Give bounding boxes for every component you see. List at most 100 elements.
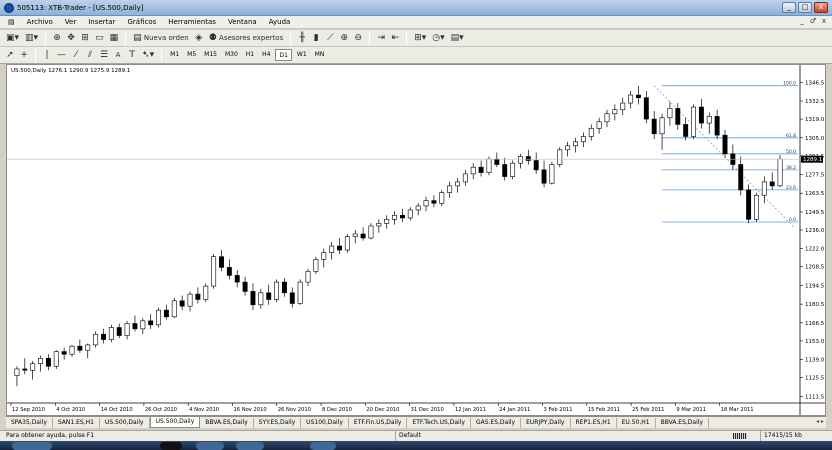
expert-advisors-icon: ⚉ — [208, 32, 217, 43]
periods-icon[interactable]: ◷▾ — [430, 32, 446, 45]
navigator-icon[interactable]: ✥ — [65, 32, 77, 45]
indicators-icon[interactable]: ⊞▾ — [412, 32, 428, 45]
chart-tab[interactable]: GAS.ES,Daily — [471, 418, 522, 428]
maximize-button[interactable]: □ — [798, 2, 812, 13]
timeframe-h1[interactable]: H1 — [243, 49, 257, 61]
timeframe-m15[interactable]: M15 — [201, 49, 220, 61]
chart-tab[interactable]: SAN1.ES,H1 — [53, 418, 100, 428]
candle-bull — [407, 209, 413, 219]
text-label-icon[interactable]: T — [126, 49, 138, 62]
timeframe-h4[interactable]: H4 — [259, 49, 273, 61]
taskbar-app-icon[interactable] — [310, 442, 336, 450]
timeframe-d1[interactable]: D1 — [275, 49, 292, 61]
menu-ayuda[interactable]: Ayuda — [263, 18, 297, 26]
chart-tab[interactable]: EURJPY,Daily — [521, 418, 571, 428]
trendline-icon[interactable]: ⁄ — [70, 49, 82, 62]
candle-bull — [274, 281, 280, 300]
chart-tab[interactable]: US.500,Daily — [100, 418, 150, 428]
strategy-tester-icon[interactable]: ▦ — [108, 32, 121, 45]
menu-chart-icon[interactable]: ▤ — [2, 18, 21, 26]
chart-window[interactable]: 1346.51332.51319.01305.01291.51277.51263… — [6, 64, 826, 416]
taskbar-app-icon[interactable] — [160, 442, 182, 450]
line-chart-icon[interactable]: ⟋ — [324, 32, 336, 45]
chart-tab[interactable]: ETF.Fin.US,Daily — [349, 418, 408, 428]
fibonacci-icon[interactable]: ☰ — [98, 49, 110, 62]
zoom-out-icon[interactable]: ⊖ — [352, 32, 364, 45]
timeframe-m30[interactable]: M30 — [222, 49, 241, 61]
zoom-in-icon[interactable]: ⊕ — [338, 32, 350, 45]
chart-tabs: SPA35,Daily SAN1.ES,H1 US.500,Daily US.500,… — [6, 416, 826, 428]
x-tick-label: 3 Feb 2011 — [544, 407, 573, 413]
bar-chart-icon[interactable]: ╫ — [296, 32, 308, 45]
arrows-icon[interactable]: ➷▾ — [140, 49, 156, 62]
candlestick-chart-icon[interactable]: ▮ — [310, 32, 322, 45]
start-button[interactable] — [12, 442, 52, 450]
candle-bear — [722, 134, 728, 155]
expert-advisors-button[interactable]: ⚉ Asesores expertos — [207, 32, 286, 45]
equidistant-channel-icon[interactable]: ⫽ — [84, 49, 96, 62]
candle-bull — [612, 109, 618, 115]
taskbar — [0, 441, 832, 450]
chart-shift-icon[interactable]: ⇤ — [389, 32, 401, 45]
y-tick-label: 1305.0 — [805, 136, 825, 142]
timeframe-mn[interactable]: MN — [312, 49, 328, 61]
vertical-line-icon[interactable]: | — [41, 49, 53, 62]
chart-tab[interactable]: SPA35,Daily — [6, 418, 53, 428]
candle-bull — [470, 166, 476, 175]
taskbar-app-icon[interactable] — [236, 442, 264, 450]
fibonacci-level-label: 38.2 — [786, 165, 796, 171]
chart-tab[interactable]: ETF.Tech.US,Daily — [407, 418, 471, 428]
metaeditor-icon[interactable]: ◈ — [193, 32, 205, 45]
chart-tab[interactable]: REP1.ES,H1 — [571, 418, 617, 428]
text-tool[interactable]: A — [112, 49, 124, 62]
horizontal-line-icon[interactable]: — — [55, 49, 68, 62]
menu-herramientas[interactable]: Herramientas — [162, 18, 222, 26]
close-button[interactable]: X — [814, 2, 828, 13]
y-tick-label: 1125.5 — [805, 376, 825, 382]
candle-bull — [156, 309, 162, 326]
chart-tab[interactable]: US100,Daily — [301, 418, 349, 428]
x-tick-label: 25 Feb 2011 — [632, 407, 664, 413]
candle-bull — [368, 225, 374, 239]
data-window-icon[interactable]: ⊞ — [79, 32, 91, 45]
candle-bear — [101, 333, 106, 340]
menu-graficos[interactable]: Gráficos — [121, 18, 162, 26]
menu-insertar[interactable]: Insertar — [82, 18, 121, 26]
terminal-icon[interactable]: ▭ — [93, 32, 106, 45]
child-close-button[interactable]: x — [819, 16, 829, 27]
chart-tab[interactable]: BBVA.ES,Daily — [200, 418, 254, 428]
title-bar[interactable]: 505113: XTB-Trader - [US.500,Daily] _ □ … — [0, 0, 832, 16]
market-watch-icon[interactable]: ⊕ — [51, 32, 63, 45]
chart-tab[interactable]: BBVA.ES,Daily — [656, 418, 709, 428]
auto-scroll-icon[interactable]: ⇥ — [375, 32, 387, 45]
price-chart[interactable]: 1346.51332.51319.01305.01291.51277.51263… — [7, 65, 825, 415]
timeframe-m1[interactable]: M1 — [167, 49, 182, 61]
chart-tab[interactable]: SYY.ES,Daily — [254, 418, 302, 428]
candle-bear — [281, 281, 287, 294]
templates-icon[interactable]: ▤▾ — [449, 32, 466, 45]
crosshair-icon[interactable]: + — [18, 49, 30, 62]
menu-ventana[interactable]: Ventana — [222, 18, 263, 26]
new-order-icon: ▤ — [133, 32, 142, 43]
menu-archivo[interactable]: Archivo — [21, 18, 59, 26]
timeframe-w1[interactable]: W1 — [294, 49, 310, 61]
timeframe-m5[interactable]: M5 — [184, 49, 199, 61]
menu-ver[interactable]: Ver — [59, 18, 82, 26]
chart-tab[interactable]: US.500,Daily — [149, 417, 201, 428]
new-chart-icon[interactable]: ▣▾ — [4, 32, 21, 45]
minimize-button[interactable]: _ — [782, 2, 796, 13]
new-order-button[interactable]: ▤ Nueva orden — [131, 32, 191, 45]
candle-bear — [525, 156, 531, 161]
candle-bull — [124, 323, 130, 336]
candle-bull — [187, 293, 193, 307]
candle-bull — [305, 271, 311, 283]
profiles-icon[interactable]: ▥▾ — [23, 32, 40, 45]
child-restore-button[interactable]: ♂ — [808, 16, 818, 27]
y-tick-label: 1332.5 — [805, 99, 825, 105]
child-minimize-button[interactable]: _ — [797, 16, 807, 27]
tab-scroll-arrows[interactable]: ◂ ▸ — [816, 418, 824, 425]
cursor-icon[interactable]: ➚ — [4, 49, 16, 62]
chart-tab[interactable]: EU.50,H1 — [617, 418, 656, 428]
candle-bear — [635, 94, 641, 99]
taskbar-app-icon[interactable] — [196, 442, 224, 450]
